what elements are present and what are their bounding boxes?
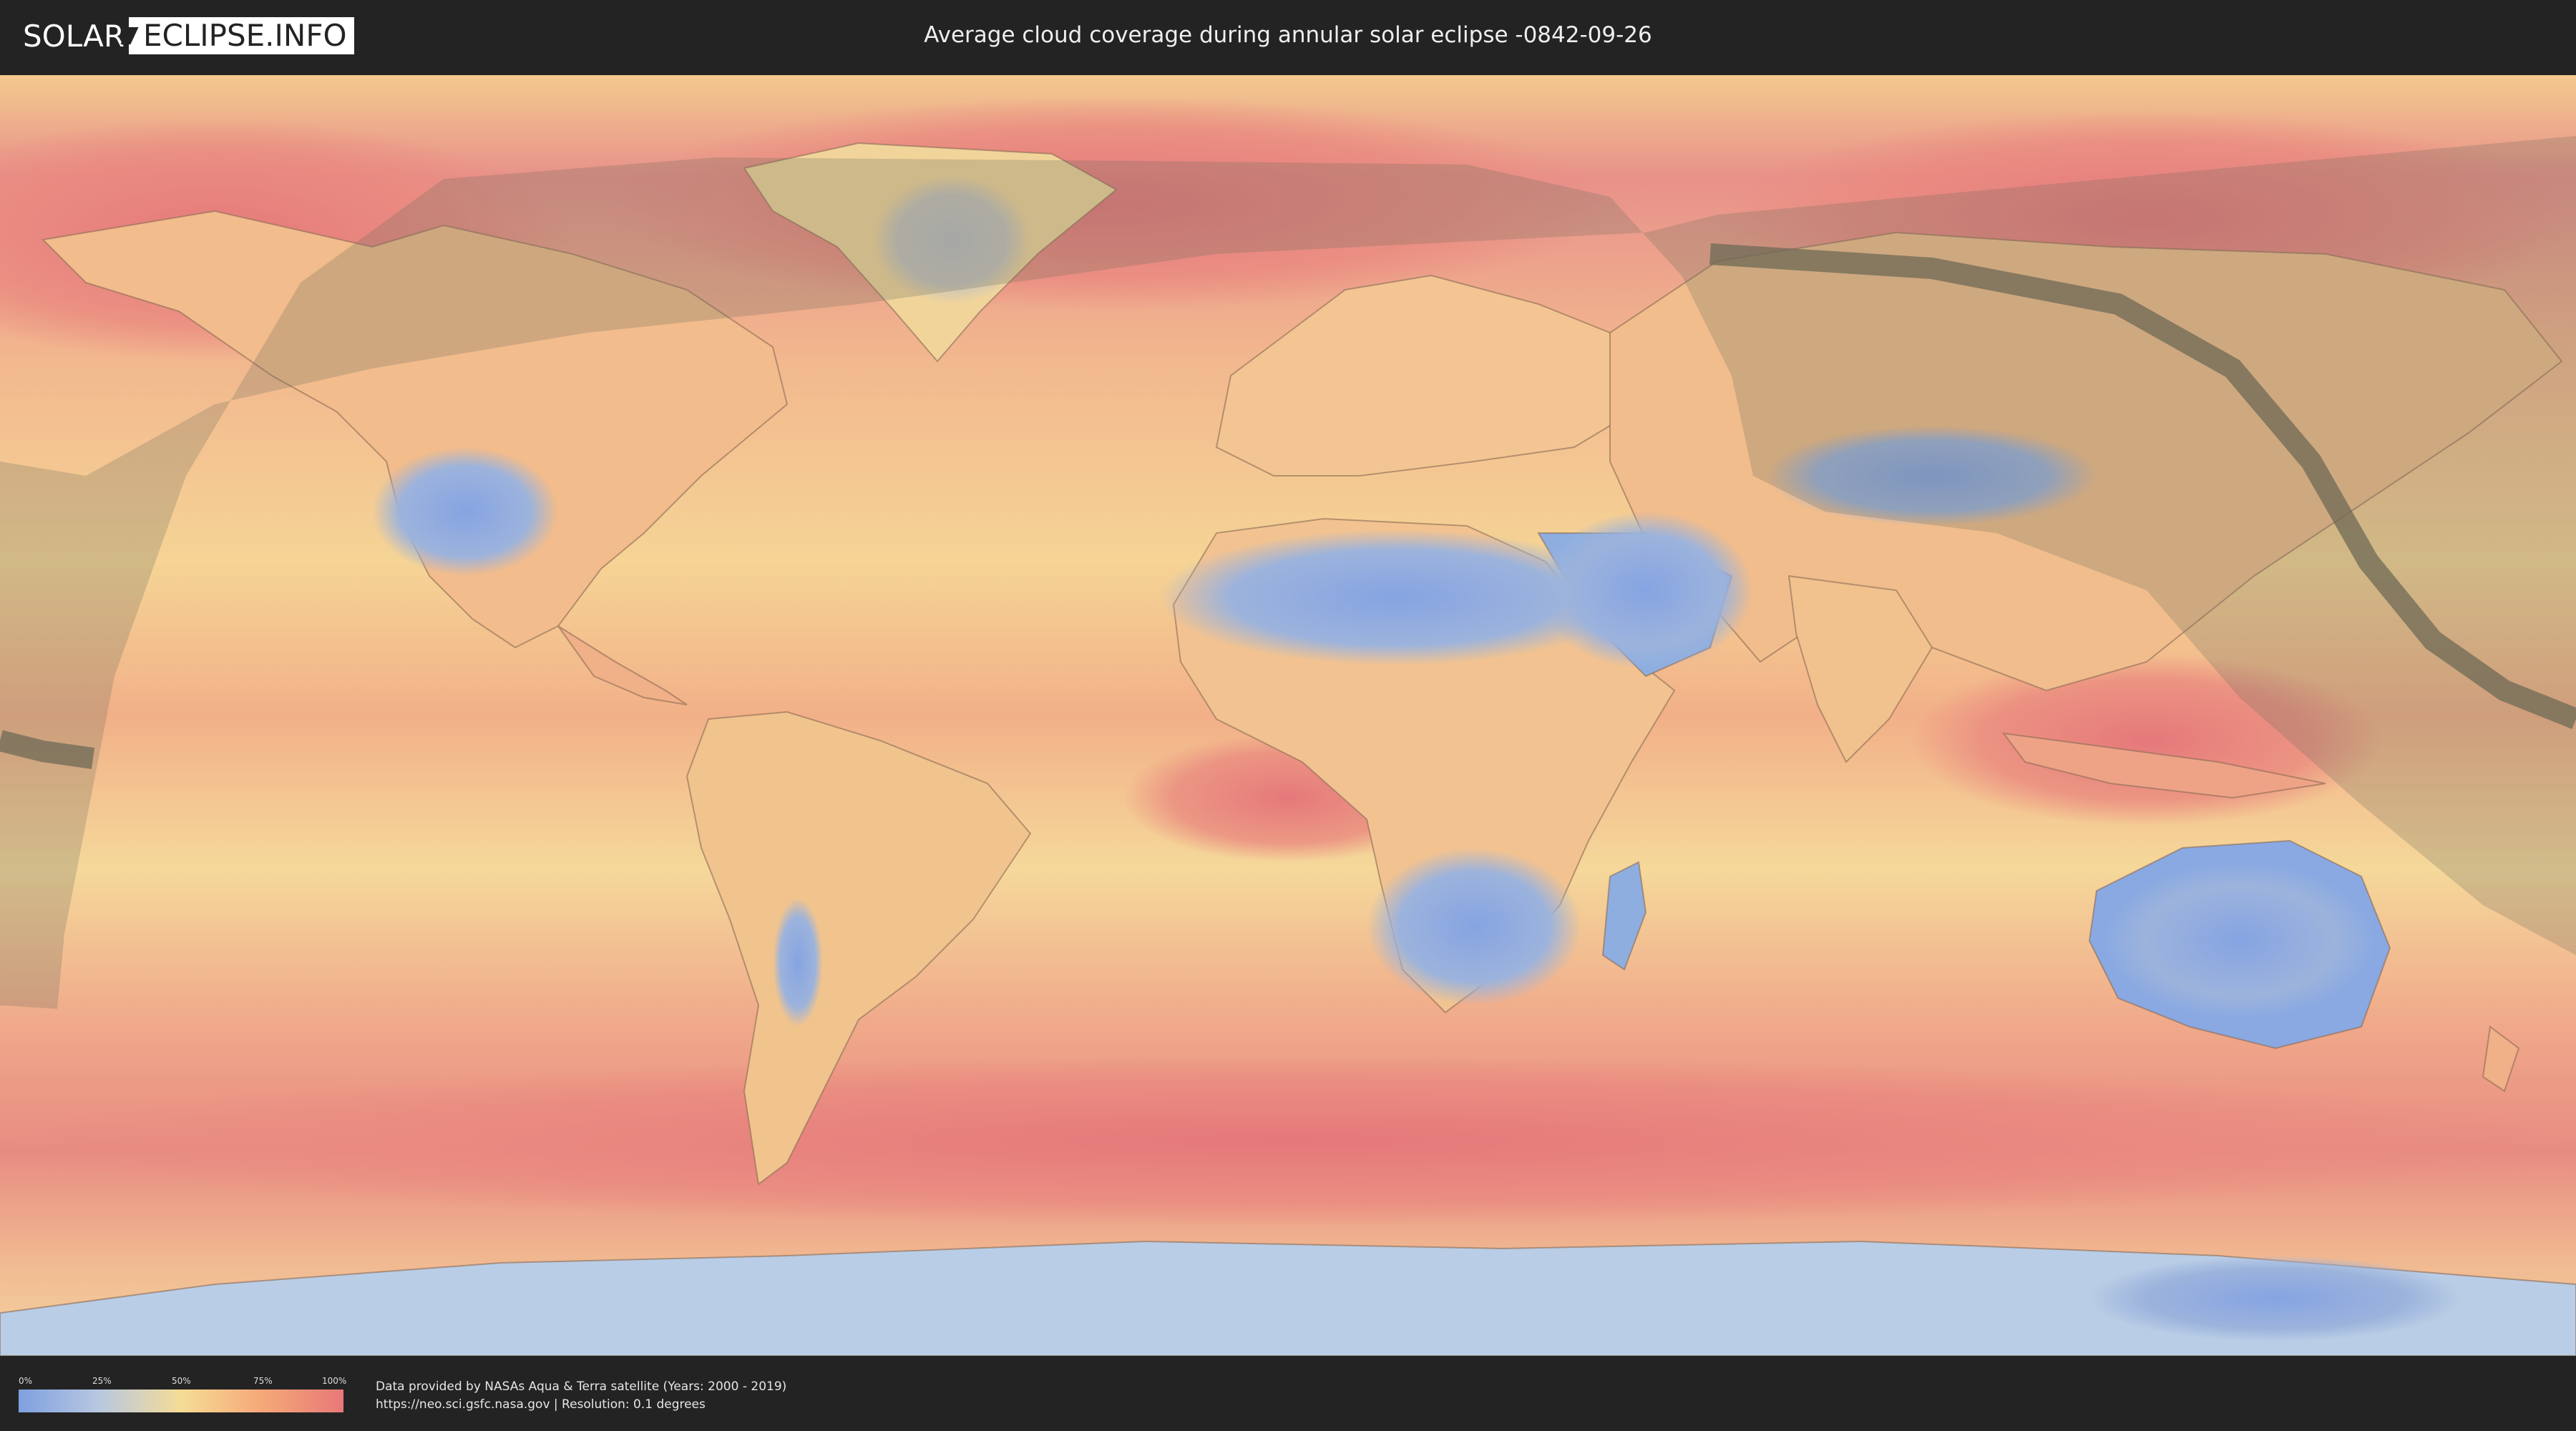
clear-zone-atacama <box>773 898 823 1027</box>
clear-zone-arabia <box>1538 512 1753 669</box>
credits-line-2[interactable]: https://neo.sci.gsfc.nasa.gov | Resoluti… <box>376 1396 786 1414</box>
header-bar: SOLAR ECLIPSE.INFO Average cloud coverag… <box>0 0 2576 72</box>
credits-line-1: Data provided by NASAs Aqua & Terra sate… <box>376 1379 787 1394</box>
legend-tick-50: 50% <box>172 1376 191 1386</box>
legend-tick-100: 100% <box>322 1376 347 1386</box>
clear-zone-southern-africa <box>1367 848 1581 1005</box>
legend-tick-75: 75% <box>253 1376 273 1386</box>
legend-labels: 0% 25% 50% 75% 100% <box>19 1376 347 1386</box>
data-credits: Data provided by NASAs Aqua & Terra sate… <box>376 1378 786 1414</box>
legend-tick-0: 0% <box>19 1376 33 1386</box>
clear-zone-australia <box>2104 862 2376 1020</box>
cloud-coverage-map[interactable] <box>0 75 2576 1356</box>
cloud-coverage-legend-bar <box>19 1390 343 1412</box>
map-svg <box>0 75 2576 1356</box>
page-title: Average cloud coverage during annular so… <box>924 22 1652 48</box>
clear-zone-sw-usa <box>372 447 558 576</box>
cloud-zone-southern-ocean <box>0 1055 2576 1227</box>
legend-tick-25: 25% <box>92 1376 112 1386</box>
clear-zone-antarctica <box>2089 1256 2462 1342</box>
